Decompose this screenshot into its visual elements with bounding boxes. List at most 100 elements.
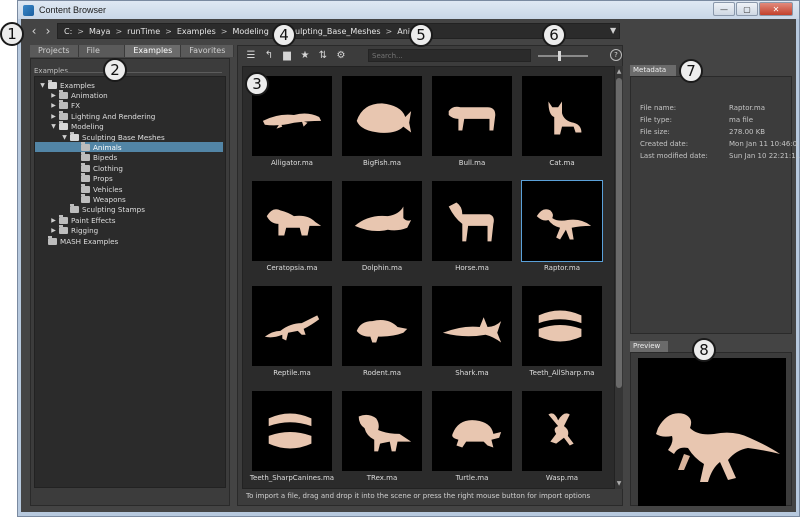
tree-item[interactable]: Vehicles bbox=[72, 183, 223, 194]
left-tabs: ProjectsFile SystemExamplesFavorites bbox=[30, 45, 235, 67]
callout-3: 3 bbox=[245, 72, 269, 96]
maya-app-icon bbox=[23, 4, 34, 16]
tree-item[interactable]: Props bbox=[72, 173, 223, 184]
tree-item[interactable]: MASH Examples bbox=[39, 235, 223, 246]
file-tile[interactable]: Dolphin.ma bbox=[339, 178, 425, 276]
preview-tab[interactable]: Preview bbox=[630, 341, 668, 352]
expand-down-icon[interactable]: ▼ bbox=[50, 123, 57, 130]
sort-icon[interactable]: ⇅ bbox=[316, 48, 330, 62]
tree-item[interactable]: ▶ Rigging bbox=[50, 225, 223, 236]
scroll-up-icon[interactable]: ▲ bbox=[615, 68, 623, 75]
file-tile[interactable]: Raptor.ma bbox=[519, 178, 605, 276]
close-button[interactable]: ✕ bbox=[759, 2, 793, 16]
breadcrumb-dropdown-icon[interactable]: ▼ bbox=[610, 26, 616, 35]
forward-icon[interactable]: › bbox=[41, 22, 55, 40]
go-up-icon[interactable]: ↰ bbox=[262, 48, 276, 62]
tree-item[interactable]: ▶ Animation bbox=[50, 89, 223, 100]
tree-item[interactable]: Animals bbox=[35, 141, 223, 153]
callout-7: 7 bbox=[679, 59, 703, 83]
back-icon[interactable]: ‹ bbox=[27, 22, 41, 40]
file-tile[interactable]: Turtle.ma bbox=[429, 388, 515, 486]
expand-right-icon[interactable]: ▶ bbox=[50, 113, 57, 120]
breadcrumb-item[interactable]: C: bbox=[64, 27, 72, 36]
file-tile[interactable]: Rodent.ma bbox=[339, 283, 425, 381]
folder-tree[interactable]: ▼ Examples ▶ Animation ▶ FX ▶ Lighting And Rend… bbox=[34, 76, 226, 488]
tab-favorites[interactable]: Favorites bbox=[181, 45, 235, 57]
tree-item[interactable]: Clothing bbox=[72, 162, 223, 173]
tree-item[interactable]: Bipeds bbox=[72, 152, 223, 163]
minimize-button[interactable]: — bbox=[713, 2, 735, 16]
favorite-star-icon[interactable]: ★ bbox=[298, 48, 312, 62]
file-thumbnail[interactable] bbox=[521, 180, 603, 262]
rodent-model-figure bbox=[356, 320, 408, 343]
expand-right-icon[interactable]: ▶ bbox=[50, 92, 57, 99]
tree-item[interactable]: Sculpting Stamps bbox=[61, 204, 223, 215]
folder-icon[interactable]: ▆ bbox=[280, 48, 294, 62]
file-tile[interactable]: Ceratopsia.ma bbox=[249, 178, 335, 276]
thumbnail-size-slider[interactable] bbox=[538, 55, 588, 57]
file-tile[interactable]: Bull.ma bbox=[429, 73, 515, 171]
file-name-label: BigFish.ma bbox=[362, 159, 402, 167]
tab-projects[interactable]: Projects bbox=[30, 45, 79, 57]
expand-down-icon[interactable]: ▼ bbox=[39, 82, 46, 89]
file-grid[interactable]: Alligator.ma BigFish.ma Bull.ma Cat.ma Cerat… bbox=[242, 66, 615, 489]
right-panel: Metadata File name: Raptor.ma File type: ma… bbox=[630, 45, 800, 506]
file-thumbnail[interactable] bbox=[432, 181, 512, 261]
file-thumbnail[interactable] bbox=[252, 391, 332, 471]
file-tile[interactable]: BigFish.ma bbox=[339, 73, 425, 171]
slider-handle[interactable] bbox=[558, 51, 561, 61]
file-thumbnail[interactable] bbox=[252, 286, 332, 366]
scroll-thumb[interactable] bbox=[616, 78, 622, 388]
breadcrumb-item[interactable]: Modeling bbox=[232, 27, 268, 36]
breadcrumb-item[interactable]: Sculpting_Base_Meshes bbox=[286, 27, 381, 36]
file-tile[interactable]: Wasp.ma bbox=[519, 388, 605, 486]
breadcrumb[interactable]: C: > Maya > runTime > Examples > Modeling > Sculpt… bbox=[57, 23, 620, 39]
list-view-icon[interactable]: ☰ bbox=[244, 48, 258, 62]
file-thumbnail[interactable] bbox=[342, 391, 422, 471]
tab-examples[interactable]: Examples bbox=[125, 45, 182, 57]
file-thumbnail[interactable] bbox=[432, 76, 512, 156]
tree-item[interactable]: Weapons bbox=[72, 193, 223, 204]
tree-item[interactable]: ▼ Modeling bbox=[50, 121, 223, 132]
file-thumbnail[interactable] bbox=[432, 391, 512, 471]
file-tile[interactable]: Teeth_SharpCanines.ma bbox=[249, 388, 335, 486]
search-input[interactable] bbox=[368, 49, 531, 62]
title-bar[interactable]: Content Browser — ▢ ✕ bbox=[18, 1, 799, 19]
expand-right-icon[interactable]: ▶ bbox=[50, 217, 57, 224]
tree-item[interactable]: ▶ FX bbox=[50, 100, 223, 111]
file-tile[interactable]: TRex.ma bbox=[339, 388, 425, 486]
breadcrumb-item[interactable]: runTime bbox=[127, 27, 160, 36]
file-tile[interactable]: Reptile.ma bbox=[249, 283, 335, 381]
tree-item[interactable]: ▼ Sculpting Base Meshes bbox=[61, 131, 223, 142]
expand-right-icon[interactable]: ▶ bbox=[50, 227, 57, 234]
tree-item[interactable]: ▶ Lighting And Rendering bbox=[50, 110, 223, 121]
file-thumbnail[interactable] bbox=[342, 286, 422, 366]
file-thumbnail[interactable] bbox=[522, 76, 602, 156]
file-tile[interactable]: Teeth_AllSharp.ma bbox=[519, 283, 605, 381]
file-tile[interactable]: Horse.ma bbox=[429, 178, 515, 276]
expand-down-icon[interactable]: ▼ bbox=[61, 134, 68, 141]
file-tile[interactable]: Shark.ma bbox=[429, 283, 515, 381]
scroll-down-icon[interactable]: ▼ bbox=[615, 480, 623, 487]
file-thumbnail[interactable] bbox=[252, 181, 332, 261]
file-thumbnail[interactable] bbox=[432, 286, 512, 366]
grid-scrollbar[interactable]: ▲ ▼ bbox=[615, 66, 623, 489]
tab-file-system[interactable]: File System bbox=[78, 45, 126, 67]
maximize-button[interactable]: ▢ bbox=[736, 2, 758, 16]
metadata-tab[interactable]: Metadata bbox=[630, 65, 676, 76]
file-tile[interactable]: Cat.ma bbox=[519, 73, 605, 171]
breadcrumb-item[interactable]: Maya bbox=[89, 27, 110, 36]
breadcrumb-item[interactable]: Examples bbox=[177, 27, 216, 36]
tree-item-label: FX bbox=[71, 101, 81, 111]
tree-item[interactable]: ▶ Paint Effects bbox=[50, 214, 223, 225]
settings-gear-icon[interactable]: ⚙ bbox=[334, 48, 348, 62]
expand-right-icon[interactable]: ▶ bbox=[50, 102, 57, 109]
bull-model-figure bbox=[448, 106, 496, 131]
file-thumbnail[interactable] bbox=[522, 391, 602, 471]
tree-item[interactable]: ▼ Examples bbox=[39, 79, 223, 90]
file-thumbnail[interactable] bbox=[342, 181, 422, 261]
help-icon[interactable]: ? bbox=[610, 49, 622, 61]
file-thumbnail[interactable] bbox=[342, 76, 422, 156]
file-thumbnail[interactable] bbox=[522, 286, 602, 366]
folder-icon bbox=[59, 110, 68, 120]
